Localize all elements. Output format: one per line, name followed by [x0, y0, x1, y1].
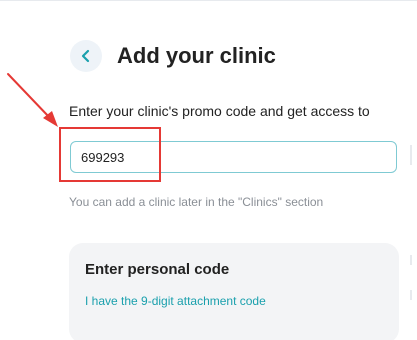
top-divider	[0, 0, 417, 1]
right-edge-element	[410, 145, 412, 165]
page-title: Add your clinic	[117, 43, 276, 68]
chevron-left-icon	[81, 49, 90, 63]
right-edge-element	[410, 255, 412, 265]
add-clinic-page: Add your clinic Enter your clinic's prom…	[0, 0, 417, 340]
promo-description: Enter your clinic's promo code and get a…	[69, 103, 370, 119]
personal-code-card: Enter personal code I have the 9-digit a…	[69, 243, 399, 340]
highlight-box	[59, 127, 161, 182]
attachment-code-link[interactable]: I have the 9-digit attachment code	[85, 293, 266, 309]
right-edge-element	[410, 290, 412, 300]
back-button[interactable]	[70, 40, 102, 72]
promo-hint: You can add a clinic later in the "Clini…	[69, 195, 324, 209]
personal-code-title: Enter personal code	[85, 261, 230, 278]
